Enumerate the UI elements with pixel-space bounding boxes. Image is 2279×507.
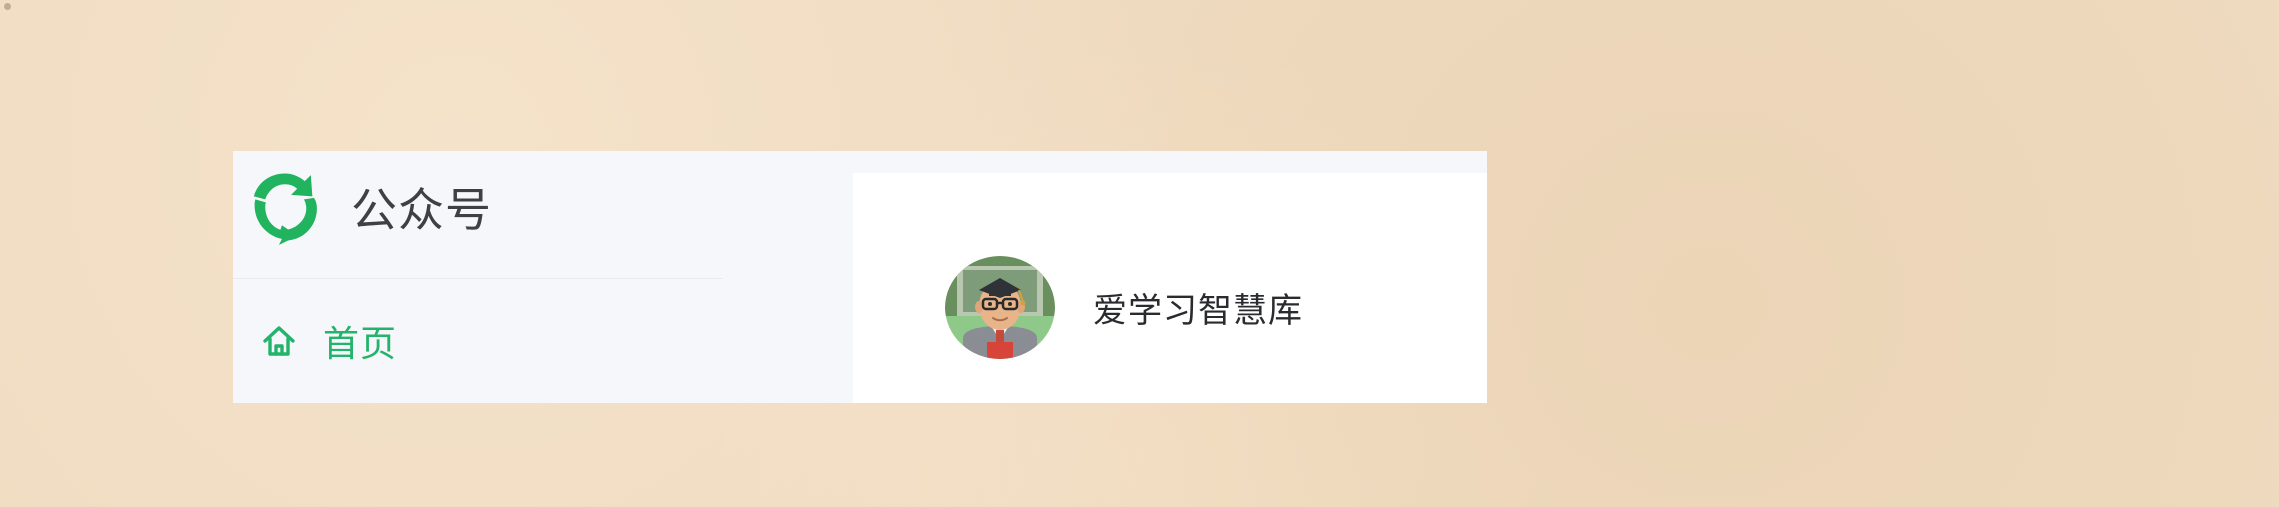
sidebar-item-home[interactable]: 首页 [259, 311, 397, 371]
account-entry[interactable]: 爱学习智慧库 [945, 256, 1303, 359]
account-name: 爱学习智慧库 [1093, 291, 1303, 331]
sidebar: 公众号 首页 [233, 151, 853, 403]
recycle-logo-icon [253, 173, 317, 245]
app-panel: 公众号 首页 爱学习智慧库 [233, 151, 1487, 403]
graduate-avatar-icon [945, 256, 1055, 359]
brand-header: 公众号 [247, 169, 492, 245]
account-card: 爱学习智慧库 [853, 173, 1487, 403]
brand-title: 公众号 [351, 183, 492, 237]
home-icon [263, 326, 295, 356]
corner-dot [4, 3, 11, 10]
sidebar-divider [233, 278, 723, 279]
sidebar-item-home-label: 首页 [323, 324, 398, 365]
